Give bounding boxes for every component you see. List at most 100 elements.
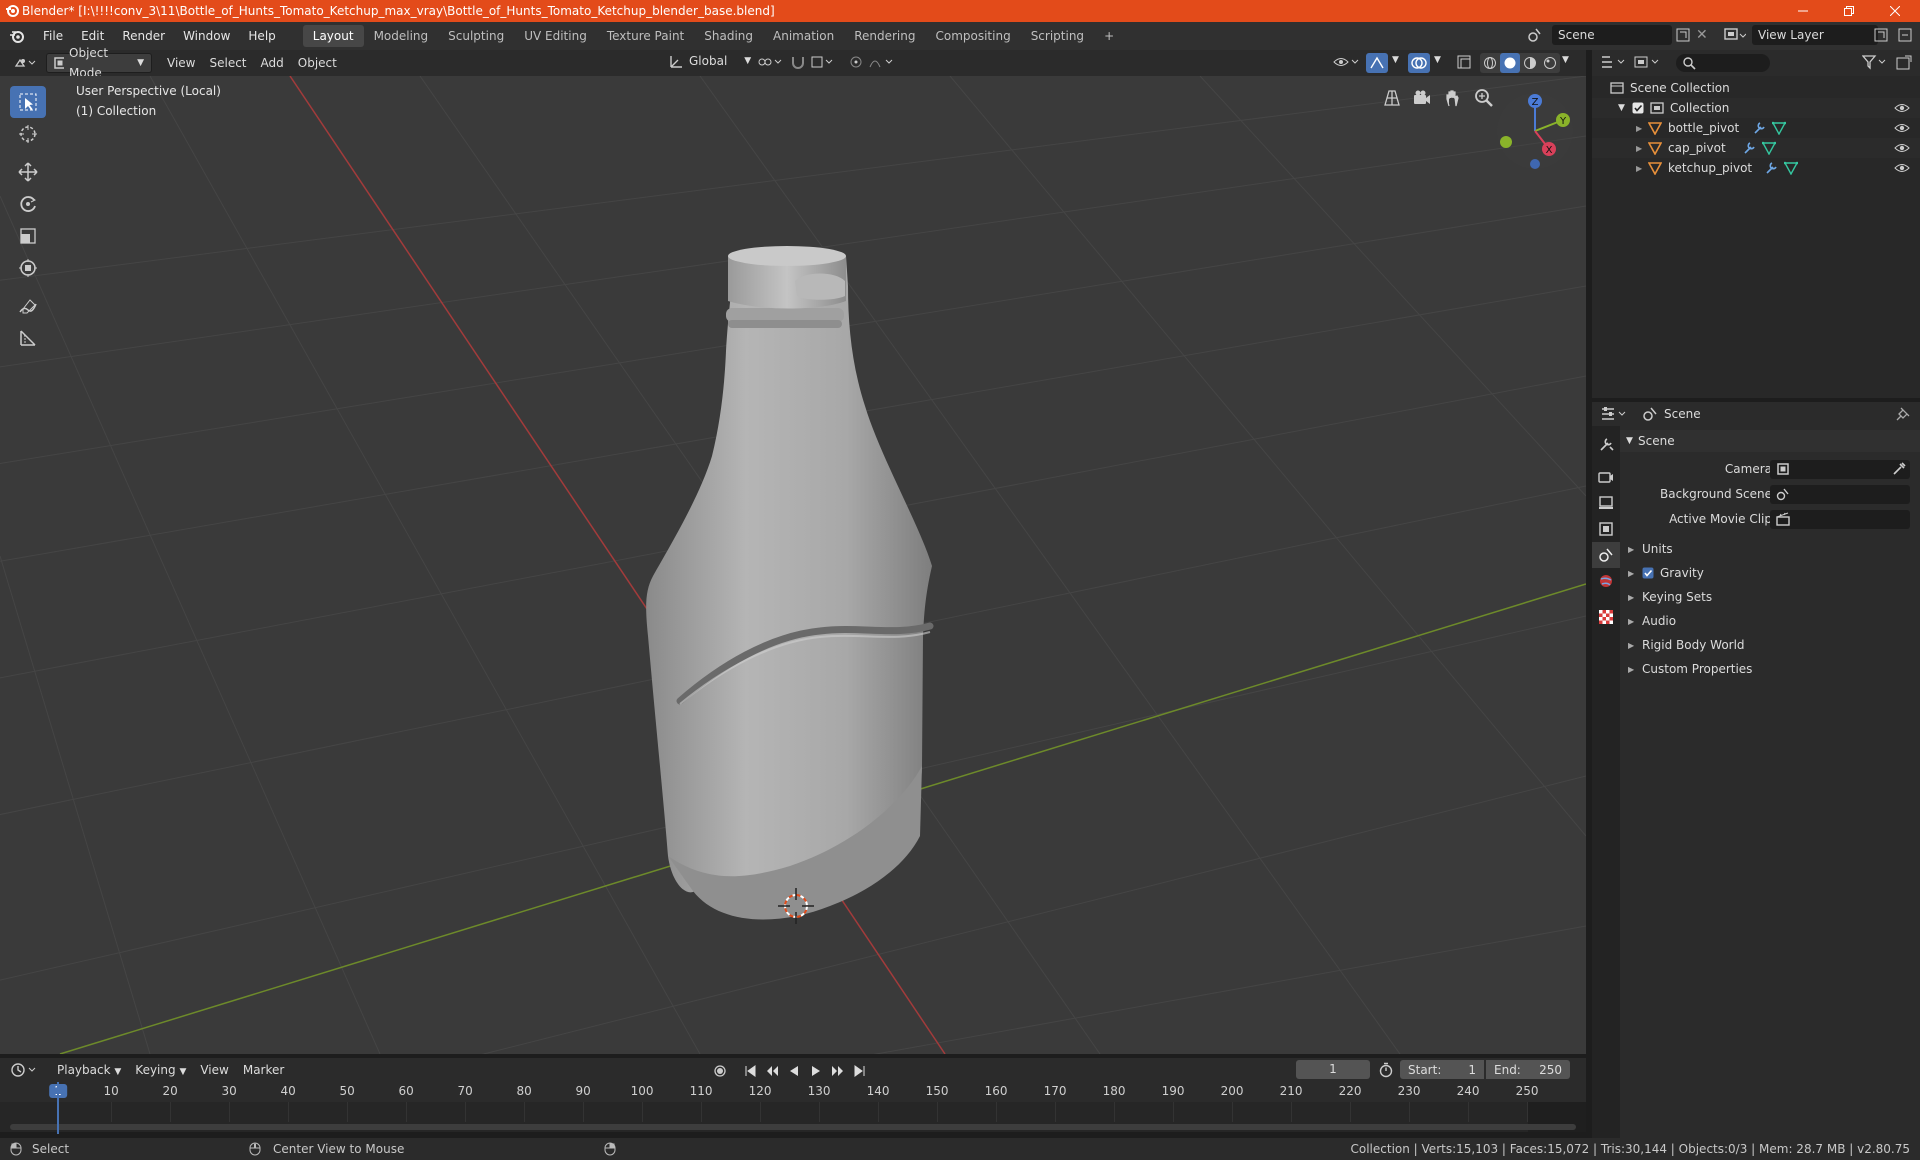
keying-sets-panel-header[interactable]: ▶ Keying Sets bbox=[1620, 586, 1920, 608]
close-window-button[interactable] bbox=[1872, 0, 1918, 22]
tab-sculpting[interactable]: Sculpting bbox=[438, 25, 514, 47]
maximize-button[interactable] bbox=[1826, 0, 1872, 22]
modifier-wrench-icon[interactable] bbox=[1752, 121, 1772, 135]
eye-icon[interactable] bbox=[1894, 161, 1910, 175]
timeline-editor-type-icon[interactable] bbox=[10, 1062, 40, 1078]
tab-scene[interactable] bbox=[1592, 542, 1620, 568]
remove-view-layer-icon[interactable] bbox=[1898, 28, 1912, 42]
modifier-wrench-icon[interactable] bbox=[1764, 161, 1784, 175]
menu-timeline-view[interactable]: View bbox=[193, 1060, 235, 1080]
scene-panel-header[interactable]: ▼ Scene bbox=[1620, 430, 1920, 452]
select-box-tool[interactable] bbox=[10, 86, 46, 118]
solid-shading-icon[interactable] bbox=[1500, 53, 1520, 73]
view-layer-icon[interactable] bbox=[1724, 27, 1746, 43]
outliner-editor-type-icon[interactable] bbox=[1600, 54, 1628, 70]
snap-icon[interactable] bbox=[790, 54, 834, 70]
menu-keying[interactable]: Keying ▼ bbox=[128, 1060, 193, 1080]
units-panel-header[interactable]: ▶ Units bbox=[1620, 538, 1920, 560]
tab-modeling[interactable]: Modeling bbox=[364, 25, 439, 47]
scene-name-field[interactable]: Scene bbox=[1552, 25, 1672, 45]
eye-icon[interactable] bbox=[1894, 101, 1910, 115]
tab-rendering[interactable]: Rendering bbox=[844, 25, 925, 47]
transform-orientation-selector[interactable]: Global ▼ bbox=[668, 53, 751, 69]
overlays-toggle-icon[interactable] bbox=[1408, 53, 1430, 73]
editor-type-icon[interactable] bbox=[10, 53, 40, 73]
new-scene-icon[interactable] bbox=[1676, 28, 1690, 42]
outliner-row-ketchup-pivot[interactable]: ▶ ketchup_pivot bbox=[1592, 158, 1920, 178]
play-icon[interactable] bbox=[806, 1061, 826, 1081]
eye-icon[interactable] bbox=[1894, 121, 1910, 135]
menu-object[interactable]: Object bbox=[291, 53, 344, 73]
expand-arrow-icon[interactable]: ▶ bbox=[1636, 124, 1648, 133]
blender-menu-icon[interactable] bbox=[0, 28, 34, 44]
chevron-down-icon[interactable]: ▼ bbox=[1392, 55, 1399, 65]
record-keyframe-icon[interactable] bbox=[710, 1061, 730, 1081]
outliner-row-bottle-pivot[interactable]: ▶ bottle_pivot bbox=[1592, 118, 1920, 138]
tab-view-layer[interactable] bbox=[1592, 516, 1620, 542]
outliner-row-collection[interactable]: ▼ Collection bbox=[1592, 98, 1920, 118]
visibility-selector-icon[interactable] bbox=[1332, 54, 1362, 70]
xray-toggle-icon[interactable] bbox=[1456, 54, 1472, 70]
tab-uv-editing[interactable]: UV Editing bbox=[514, 25, 597, 47]
remove-scene-icon[interactable]: ✕ bbox=[1696, 27, 1708, 43]
camera-field[interactable] bbox=[1770, 459, 1910, 479]
tab-layout[interactable]: Layout bbox=[302, 25, 364, 47]
scene-selector-icon[interactable] bbox=[1526, 26, 1544, 44]
3d-viewport[interactable]: User Perspective (Local) (1) Collection bbox=[0, 76, 1586, 1054]
previous-keyframe-icon[interactable] bbox=[762, 1061, 782, 1081]
timeline-scrollbar[interactable] bbox=[10, 1124, 1576, 1130]
mesh-data-icon[interactable] bbox=[1784, 161, 1798, 175]
wireframe-shading-icon[interactable] bbox=[1480, 53, 1500, 73]
tab-render[interactable] bbox=[1592, 464, 1620, 490]
mesh-data-icon[interactable] bbox=[1762, 141, 1776, 155]
new-view-layer-icon[interactable] bbox=[1874, 28, 1888, 42]
pan-view-icon[interactable] bbox=[1443, 88, 1463, 108]
tab-compositing[interactable]: Compositing bbox=[925, 25, 1020, 47]
tab-scripting[interactable]: Scripting bbox=[1021, 25, 1094, 47]
gizmo-toggle-icon[interactable] bbox=[1366, 53, 1388, 73]
scale-tool[interactable] bbox=[10, 220, 46, 252]
timeline-ruler[interactable]: 1102030405060708090100110120130140150160… bbox=[0, 1082, 1586, 1102]
expand-arrow-icon[interactable]: ▶ bbox=[1636, 164, 1648, 173]
play-reverse-icon[interactable] bbox=[784, 1061, 804, 1081]
view-layer-field[interactable]: View Layer bbox=[1752, 25, 1878, 45]
pivot-point-icon[interactable] bbox=[756, 54, 786, 70]
outliner-search-input[interactable] bbox=[1676, 54, 1770, 72]
tab-world[interactable] bbox=[1592, 568, 1620, 594]
rendered-shading-icon[interactable] bbox=[1540, 53, 1560, 73]
properties-editor-type-icon[interactable] bbox=[1600, 406, 1630, 422]
minimize-button[interactable] bbox=[1780, 0, 1826, 22]
tab-animation[interactable]: Animation bbox=[763, 25, 844, 47]
active-movie-clip-field[interactable] bbox=[1770, 509, 1910, 529]
tab-texture[interactable] bbox=[1592, 604, 1620, 630]
menu-select[interactable]: Select bbox=[202, 53, 253, 73]
new-collection-icon[interactable] bbox=[1896, 55, 1912, 71]
current-frame-field[interactable]: 1 bbox=[1296, 1060, 1370, 1079]
move-tool[interactable] bbox=[10, 156, 46, 188]
modifier-wrench-icon[interactable] bbox=[1742, 141, 1762, 155]
menu-window[interactable]: Window bbox=[174, 25, 239, 47]
navigation-gizmo[interactable]: Z Y X bbox=[1490, 86, 1580, 176]
chevron-down-icon[interactable]: ▼ bbox=[1562, 55, 1569, 65]
outliner-row-cap-pivot[interactable]: ▶ cap_pivot bbox=[1592, 138, 1920, 158]
tab-texture-paint[interactable]: Texture Paint bbox=[597, 25, 694, 47]
filter-icon[interactable] bbox=[1862, 54, 1890, 70]
timeline-track-area[interactable] bbox=[0, 1102, 1586, 1132]
outliner-row-scene-collection[interactable]: Scene Collection bbox=[1592, 78, 1920, 98]
custom-properties-panel-header[interactable]: ▶ Custom Properties bbox=[1620, 658, 1920, 680]
playhead-line[interactable] bbox=[57, 1082, 59, 1134]
menu-view[interactable]: View bbox=[160, 53, 202, 73]
transform-tool[interactable] bbox=[10, 252, 46, 284]
audio-panel-header[interactable]: ▶ Audio bbox=[1620, 610, 1920, 632]
gravity-checkbox[interactable] bbox=[1642, 567, 1660, 579]
jump-to-end-icon[interactable] bbox=[850, 1061, 870, 1081]
chevron-down-icon[interactable]: ▼ bbox=[1434, 55, 1441, 65]
tab-tool[interactable] bbox=[1592, 432, 1620, 458]
toggle-perspective-icon[interactable] bbox=[1382, 88, 1402, 108]
rotate-tool[interactable] bbox=[10, 188, 46, 220]
menu-marker[interactable]: Marker bbox=[236, 1060, 291, 1080]
measure-tool[interactable] bbox=[10, 322, 46, 354]
material-shading-icon[interactable] bbox=[1520, 53, 1540, 73]
add-workspace-icon[interactable]: + bbox=[1094, 25, 1124, 47]
end-frame-field[interactable]: End: 250 bbox=[1486, 1060, 1570, 1079]
